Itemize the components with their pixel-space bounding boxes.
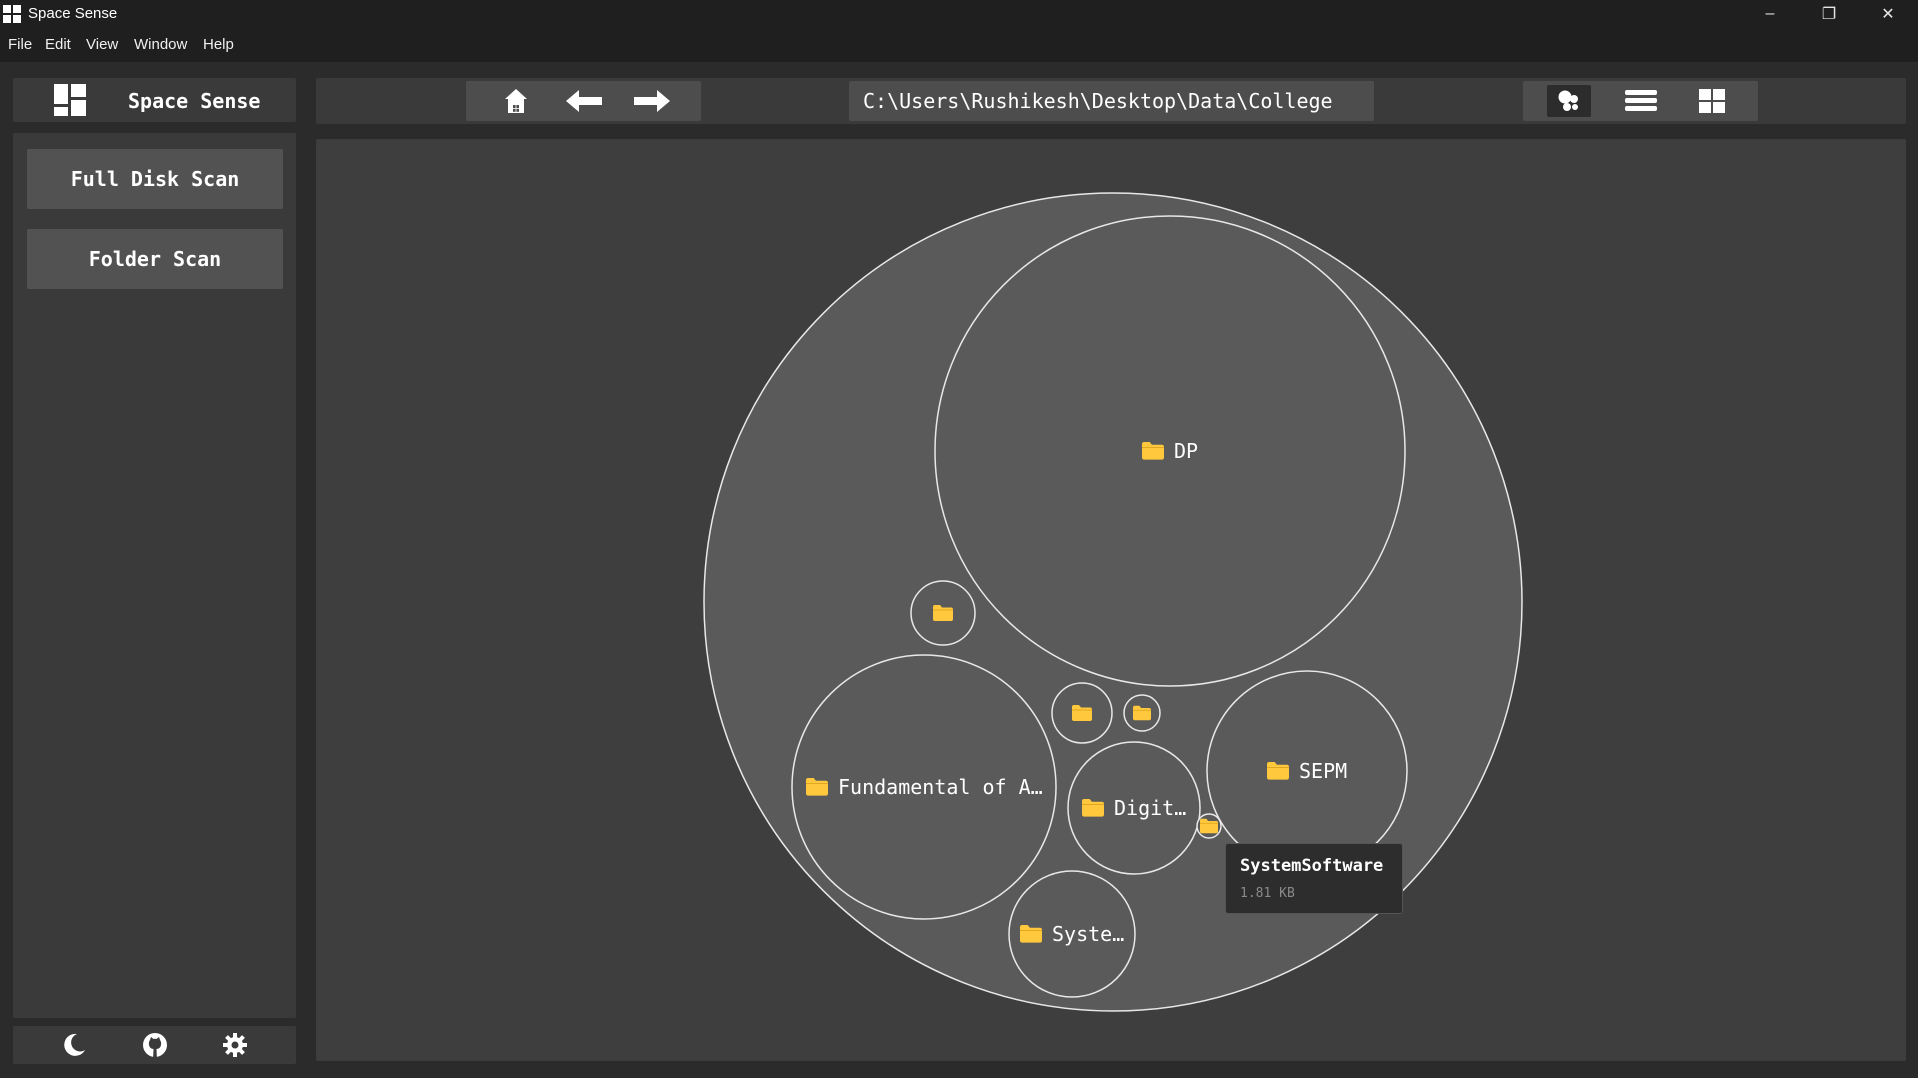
menu-bar: File Edit View Window Help [0,28,1918,62]
bubble-dp[interactable]: DP [934,215,1406,687]
arrow-left-icon[interactable] [562,87,606,115]
grid-view-button[interactable] [1690,85,1734,117]
sidebar-panel: Full Disk Scan Folder Scan [13,133,296,1018]
bubble-label: Fundamental of A… [838,775,1043,799]
toolbar: C:\Users\Rushikesh\Desktop\Data\College [316,78,1906,124]
bubble-systemsoftware[interactable] [1196,813,1222,839]
home-icon[interactable] [494,87,538,115]
sidebar-footer [13,1026,296,1064]
sidebar-app-name: Space Sense [128,89,261,113]
sidebar-header: Space Sense [13,78,296,122]
bubble-label: Syste… [1052,922,1124,946]
close-icon[interactable]: ✕ [1859,0,1917,28]
moon-icon[interactable] [60,1031,88,1059]
bubble-sepm[interactable]: SEPM [1206,670,1408,872]
menu-help[interactable]: Help [203,36,234,53]
bubble-small-2[interactable] [1051,682,1113,744]
list-view-icon [1625,90,1657,111]
title-bar: Space Sense – ❐ ✕ [0,0,1918,28]
gear-icon[interactable] [221,1031,249,1059]
bubble-label: DP [1174,439,1198,463]
folder-scan-button[interactable]: Folder Scan [27,229,283,289]
bubble-label: SEPM [1299,759,1347,783]
list-view-button[interactable] [1619,85,1663,117]
app-logo-icon [54,84,86,116]
path-field[interactable]: C:\Users\Rushikesh\Desktop\Data\College [849,81,1374,121]
bubble-view-button[interactable] [1547,85,1591,117]
full-disk-scan-button[interactable]: Full Disk Scan [27,149,283,209]
minimize-icon[interactable]: – [1741,0,1799,28]
bubble-fundamental[interactable]: Fundamental of A… [791,654,1057,920]
bubble-chart: DP Fundamental of A… SEPM Digit… Syste… [703,192,1523,1012]
bubble-syste[interactable]: Syste… [1008,870,1136,998]
arrow-right-icon[interactable] [630,87,674,115]
navigation-group [466,81,701,121]
github-icon[interactable] [141,1031,169,1059]
tooltip-name: SystemSoftware [1240,856,1384,876]
bubble-canvas[interactable]: DP Fundamental of A… SEPM Digit… Syste… [316,139,1906,1061]
bubble-digit[interactable]: Digit… [1067,741,1201,875]
menu-view[interactable]: View [86,36,118,53]
menu-edit[interactable]: Edit [45,36,71,53]
restore-icon[interactable]: ❐ [1800,0,1858,28]
bubble-small-3[interactable] [1123,694,1161,732]
window-title: Space Sense [28,5,118,22]
menu-file[interactable]: File [8,36,32,53]
tooltip: SystemSoftware 1.81 KB [1225,843,1403,914]
tooltip-size: 1.81 KB [1240,886,1295,901]
bubble-small-1[interactable] [910,580,976,646]
menu-window[interactable]: Window [134,36,187,53]
app-logo-icon [3,5,21,23]
bubble-label: Digit… [1114,796,1186,820]
view-switcher [1523,81,1758,121]
bubble-view-icon [1558,90,1578,111]
grid-view-icon [1699,89,1725,113]
